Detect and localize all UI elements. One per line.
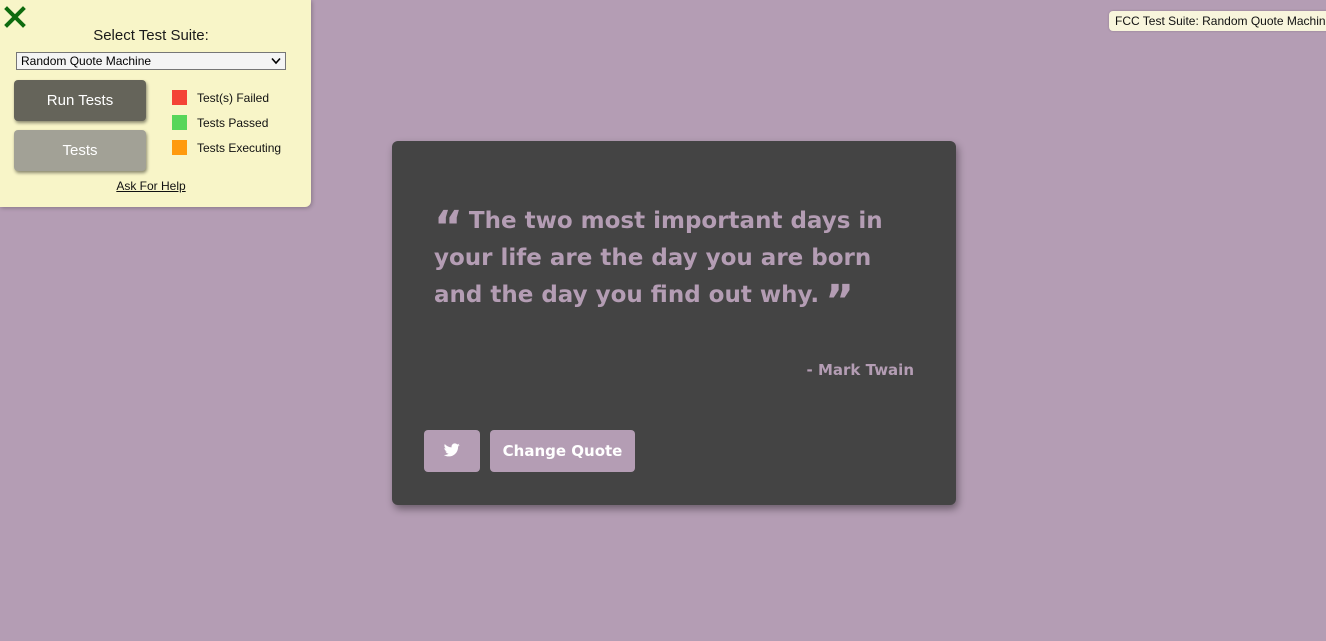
- quote-author: - Mark Twain: [806, 361, 914, 379]
- executing-swatch: [172, 140, 187, 155]
- quote-left-icon: “: [434, 202, 463, 253]
- quote-text: The two most important days in your life…: [434, 208, 883, 308]
- select-suite-label: Select Test Suite:: [93, 27, 209, 44]
- legend-label: Test(s) Failed: [197, 91, 270, 105]
- quote-right-icon: ”: [825, 276, 854, 327]
- close-icon[interactable]: [4, 6, 26, 28]
- twitter-icon: [444, 443, 460, 457]
- quote-box: “The two most important days in your lif…: [392, 141, 956, 505]
- legend-label: Tests Executing: [197, 141, 282, 155]
- fcc-test-suite-tag[interactable]: FCC Test Suite: Random Quote Machine: [1109, 11, 1326, 31]
- test-suite-select[interactable]: Random Quote Machine: [16, 52, 286, 70]
- ask-for-help-link[interactable]: Ask For Help: [0, 179, 302, 193]
- fcc-test-panel: Select Test Suite: Random Quote Machine …: [0, 0, 311, 207]
- passed-swatch: [172, 115, 187, 130]
- tweet-quote-button[interactable]: [424, 430, 480, 472]
- change-quote-button[interactable]: Change Quote: [490, 430, 635, 472]
- legend-label: Tests Passed: [197, 116, 269, 130]
- selected-suite-value: Random Quote Machine: [21, 54, 152, 68]
- tests-button[interactable]: Tests: [14, 130, 146, 171]
- quote-text-block: “The two most important days in your lif…: [434, 202, 904, 327]
- run-tests-button[interactable]: Run Tests: [14, 80, 146, 121]
- failed-swatch: [172, 90, 187, 105]
